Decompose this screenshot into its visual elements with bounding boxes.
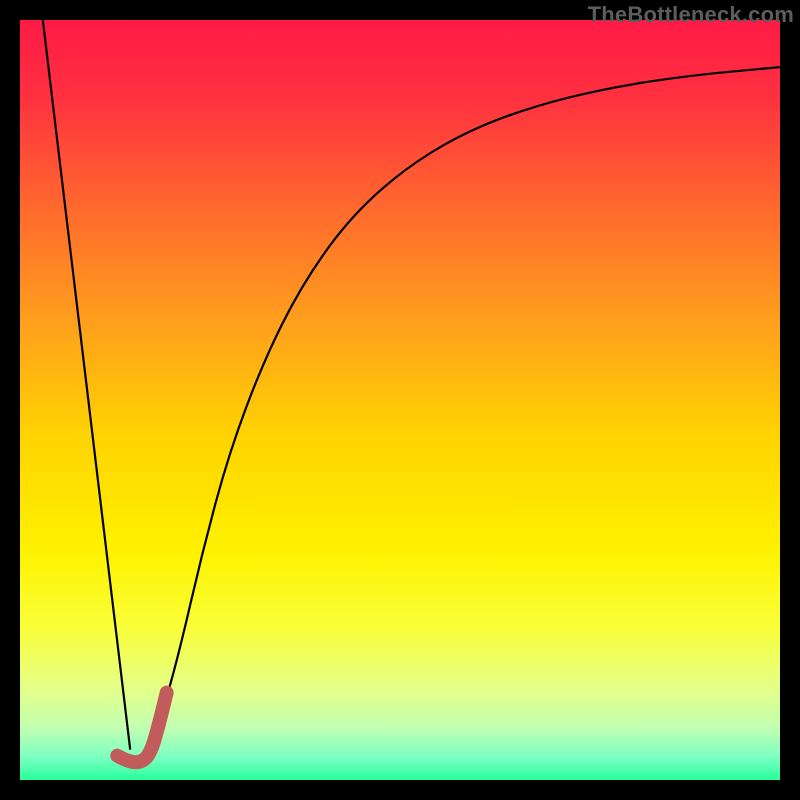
chart-background-gradient <box>20 20 780 780</box>
chart-frame: TheBottleneck.com <box>0 0 800 800</box>
chart-svg <box>20 20 780 780</box>
watermark-text: TheBottleneck.com <box>588 2 794 28</box>
plot-area <box>20 20 780 780</box>
